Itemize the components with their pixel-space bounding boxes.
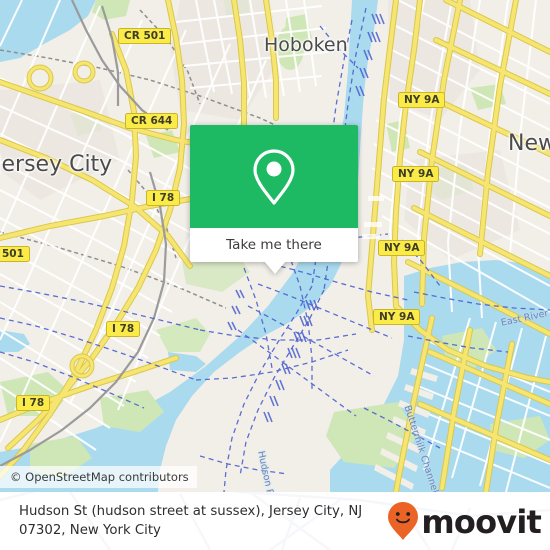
highway-shield-cr-501[interactable]: CR 501 [118,28,172,44]
highway-shield-ny-9a-c[interactable]: NY 9A [378,240,426,256]
highway-shield-cr-644[interactable]: CR 644 [125,113,179,129]
address-line-1: Hudson St (hudson street at sussex), Jer… [19,504,363,519]
highway-shield-ny-9a-a[interactable]: NY 9A [398,92,446,108]
highway-shield-ny-9a-d[interactable]: NY 9A [373,309,421,325]
callout-pin-area [190,125,358,228]
location-callout-card[interactable]: Take me there [190,125,358,274]
moovit-smiley-pin-icon [388,502,419,540]
map-screenshot: Hoboken Jersey City New East River Hudso… [0,0,550,550]
highway-shield-ny-9a-b[interactable]: NY 9A [392,166,440,182]
take-me-there-button[interactable]: Take me there [190,228,358,262]
address-line-2: 07302, New York City [19,523,161,538]
map-pin-icon [253,148,295,205]
highway-shield-i-78-b[interactable]: I 78 [106,321,141,337]
map-canvas[interactable]: Hoboken Jersey City New East River Hudso… [0,0,550,492]
moovit-wordmark: moovit [421,503,541,541]
highway-shield-i-78-a[interactable]: I 78 [146,190,181,206]
footer-bar: Hudson St (hudson street at sussex), Jer… [0,492,550,550]
address-text: Hudson St (hudson street at sussex), Jer… [19,502,409,540]
callout-tail [264,261,286,274]
osm-attribution-text: © OpenStreetMap contributors [10,470,189,484]
osm-attribution[interactable]: © OpenStreetMap contributors [0,466,197,488]
take-me-there-label: Take me there [226,237,322,253]
moovit-brand[interactable]: moovit [386,501,542,541]
highway-shield-501[interactable]: 501 [0,246,30,262]
highway-shield-i-78-c[interactable]: I 78 [16,395,51,411]
